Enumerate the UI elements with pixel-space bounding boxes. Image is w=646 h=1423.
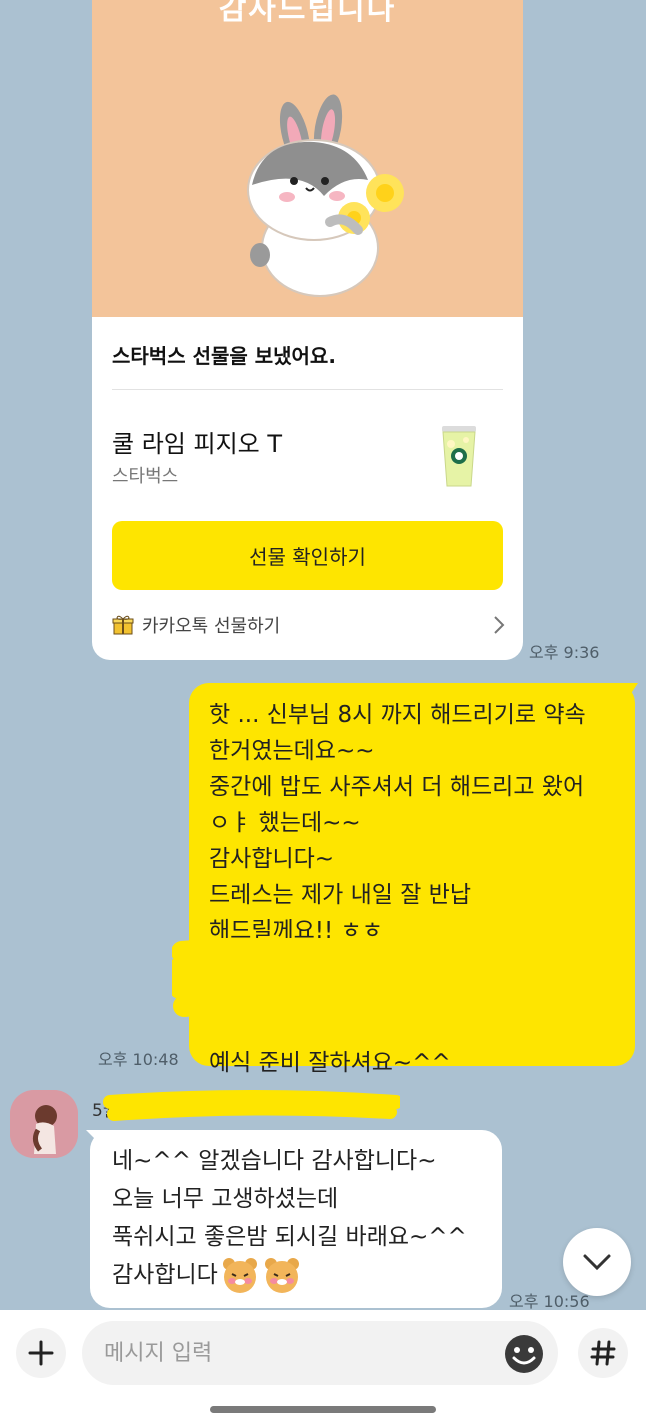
message-line: 한거였는데요~~: [209, 738, 375, 764]
divider: [112, 389, 503, 390]
gift-footer-label: 카카오톡 선물하기: [142, 616, 281, 637]
message-line: 감사합니다~: [209, 846, 335, 872]
hashtag-search-button[interactable]: [578, 1328, 628, 1378]
redaction-scribble: [172, 938, 602, 1028]
gift-time: 오후 9:36: [529, 643, 600, 662]
plus-icon: [28, 1340, 54, 1366]
gift-confirm-button[interactable]: 선물 확인하기: [112, 521, 503, 590]
gift-box-icon: [112, 615, 134, 635]
attach-button[interactable]: [16, 1328, 66, 1378]
sent-time: 오후 10:48: [98, 1050, 179, 1069]
message-line: 푹쉬시고 좋은밤 되시길 바래요~^^: [112, 1224, 467, 1250]
message-input-bar: [0, 1310, 646, 1423]
received-time: 오후 10:56: [509, 1292, 590, 1311]
message-line: 네~^^ 알겠습니다 감사합니다~: [112, 1148, 437, 1174]
received-message-bubble: 네~^^ 알겠습니다 감사합니다~ 오늘 너무 고생하셨는데 푹쉬시고 좋은밤 …: [90, 1130, 502, 1308]
gift-banner-text: 감사드립니다: [218, 0, 397, 27]
message-input[interactable]: [82, 1321, 558, 1385]
drink-thumbnail: [442, 426, 476, 487]
gift-card[interactable]: 감사드립니다 스타벅스 선물을 보냈어요. 쿨 라임 피지오 T 스타벅스 선물…: [92, 0, 523, 660]
hash-icon: [590, 1340, 616, 1366]
message-line-with-emoticons: 감사합니다: [112, 1256, 502, 1294]
chevron-right-icon: [494, 616, 505, 634]
gift-footer-link[interactable]: 카카오톡 선물하기: [112, 610, 507, 640]
avatar[interactable]: [10, 1090, 78, 1158]
ryan-emoticon-icon: [222, 1258, 257, 1293]
ryan-emoticon-icon: [264, 1258, 299, 1293]
smiley-icon: [505, 1335, 543, 1373]
message-line: ㅇㅑ 했는데~~: [209, 810, 361, 836]
gift-title: 스타벅스 선물을 보냈어요.: [112, 344, 336, 368]
chevron-down-icon: [583, 1254, 611, 1271]
gift-card-image: 감사드립니다: [92, 0, 523, 317]
message-line: 핫 ... 신부님 8시 까지 해드리기로 약속: [209, 702, 586, 728]
home-indicator: [210, 1406, 436, 1413]
product-name: 쿨 라임 피지오 T: [112, 430, 283, 458]
message-line: 드레스는 제가 내일 잘 반납: [209, 882, 472, 908]
product-brand: 스타벅스: [112, 466, 179, 487]
message-line: 예식 준비 잘하셔요~^^: [209, 1050, 451, 1076]
emoji-button[interactable]: [502, 1332, 546, 1376]
avatar-photo: [10, 1090, 78, 1158]
rabbit-illustration: [247, 94, 404, 297]
message-line: 중간에 밥도 사주셔서 더 해드리고 왔어: [209, 774, 585, 800]
redaction-scribble: [103, 1090, 400, 1121]
scroll-to-bottom-button[interactable]: [563, 1228, 631, 1296]
message-text: 감사합니다: [112, 1262, 218, 1288]
message-line: 오늘 너무 고생하셨는데: [112, 1186, 339, 1212]
